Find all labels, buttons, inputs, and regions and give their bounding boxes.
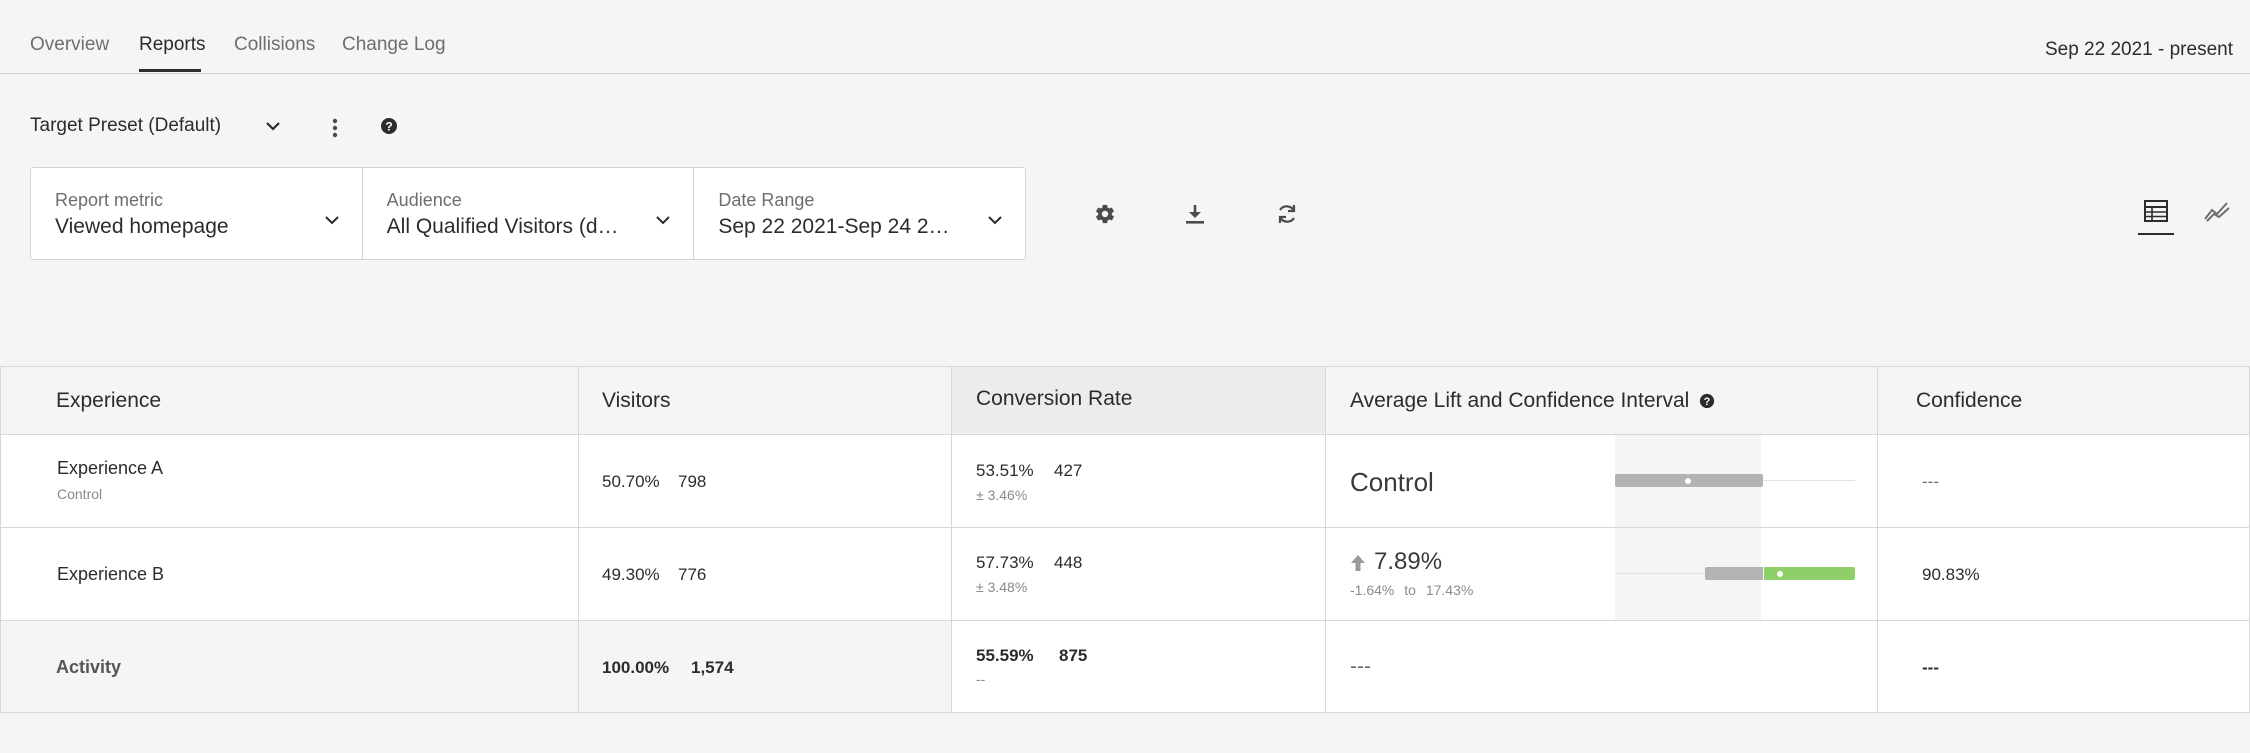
visitors-percent: 50.70% <box>602 472 660 491</box>
active-tab-indicator <box>139 69 201 72</box>
chevron-down-icon <box>987 212 1003 230</box>
column-divider <box>578 367 579 712</box>
visitors-percent: 100.00% <box>602 658 670 677</box>
table-view-icon[interactable] <box>2138 196 2174 226</box>
more-options-icon[interactable] <box>322 113 348 143</box>
chart-view-icon[interactable] <box>2200 196 2234 226</box>
arrow-up-icon <box>1350 554 1366 577</box>
lift-to: to <box>1404 582 1416 598</box>
confidence-value: 90.83% <box>1922 565 1980 584</box>
experience-sub: Control <box>57 486 103 502</box>
refresh-icon[interactable] <box>1272 199 1302 229</box>
report-metric-select[interactable]: Report metric Viewed homepage <box>31 168 363 259</box>
column-divider <box>951 367 952 712</box>
gear-icon[interactable] <box>1090 199 1120 229</box>
header-visitors[interactable]: Visitors <box>602 367 670 435</box>
visitors-percent: 49.30% <box>602 565 660 584</box>
header-conversion-rate[interactable]: Conversion Rate <box>951 367 1325 433</box>
lift-point <box>1777 571 1783 577</box>
visitors-count: 776 <box>678 565 707 584</box>
top-nav: Overview Reports Collisions Change Log S… <box>0 0 2250 74</box>
conversion-rate: 55.59% <box>976 646 1034 665</box>
audience-select[interactable]: Audience All Qualified Visitors (de... <box>363 168 695 259</box>
header-average-lift[interactable]: Average Lift and Confidence Interval ? <box>1350 367 1715 435</box>
download-icon[interactable] <box>1180 199 1210 229</box>
table-row: Experience B 49.30% 776 57.73% 448 ± 3.4… <box>1 528 2249 621</box>
lift-value: 7.89% <box>1374 548 1443 575</box>
lift-low: -1.64% <box>1350 582 1395 598</box>
chevron-down-icon[interactable] <box>260 113 286 139</box>
conversions-count: 875 <box>1059 646 1088 665</box>
report-metric-label: Report metric <box>55 190 164 210</box>
lift-value: Control <box>1350 467 1434 497</box>
chevron-down-icon <box>655 212 671 230</box>
conversions-count: 448 <box>1054 553 1083 572</box>
average-lift-header-label: Average Lift and Confidence Interval <box>1350 389 1690 412</box>
date-range-select[interactable]: Date Range Sep 22 2021-Sep 24 2021 <box>694 168 1025 259</box>
report-filters: Report metric Viewed homepage Audience A… <box>30 167 1026 260</box>
svg-text:?: ? <box>1704 396 1711 408</box>
report-metric-value: Viewed homepage <box>55 215 229 238</box>
table-row: Experience A Control 50.70% 798 53.51% 4… <box>1 435 2249 528</box>
tab-change-log[interactable]: Change Log <box>342 34 446 56</box>
preset-label: Target Preset (Default) <box>30 115 222 136</box>
lift-high: 17.43% <box>1425 582 1474 598</box>
confidence-value: --- <box>1922 472 1939 491</box>
confidence-interval-negative <box>1705 567 1763 580</box>
column-divider <box>1325 367 1326 712</box>
column-divider <box>1877 367 1878 712</box>
svg-text:?: ? <box>385 120 392 134</box>
tab-collisions[interactable]: Collisions <box>234 34 315 56</box>
active-view-indicator <box>2138 233 2174 235</box>
total-label: Activity <box>56 657 122 677</box>
help-icon[interactable]: ? <box>378 115 400 137</box>
header-experience[interactable]: Experience <box>56 367 161 435</box>
results-table: Experience Visitors Conversion Rate Aver… <box>0 366 2250 713</box>
conversions-count: 427 <box>1054 461 1083 480</box>
lift-point <box>1685 478 1691 484</box>
activity-date-range: Sep 22 2021 - present <box>2044 39 2233 60</box>
conversion-rate: 53.51% <box>976 461 1034 480</box>
tab-overview[interactable]: Overview <box>30 34 109 56</box>
visitors-count: 1,574 <box>691 658 734 677</box>
audience-label: Audience <box>386 190 462 210</box>
chevron-down-icon <box>324 212 340 230</box>
tab-reports[interactable]: Reports <box>139 34 206 56</box>
visitors-count: 798 <box>678 472 707 491</box>
help-icon[interactable]: ? <box>1699 393 1715 409</box>
experience-name: Experience A <box>57 458 164 478</box>
header-confidence[interactable]: Confidence <box>1916 367 2022 435</box>
conversion-ci: -- <box>976 671 986 687</box>
lift-value: --- <box>1350 655 1371 678</box>
lift-interval: -1.64% to 17.43% <box>1350 582 1473 598</box>
experience-name: Experience B <box>57 564 165 584</box>
audience-value: All Qualified Visitors (de... <box>386 215 627 238</box>
date-range-label: Date Range <box>718 190 815 210</box>
table-total-row: Activity 100.00% 1,574 55.59% 875 -- ---… <box>1 621 2249 712</box>
confidence-value: --- <box>1922 658 1939 677</box>
date-range-value: Sep 22 2021-Sep 24 2021 <box>718 215 959 238</box>
conversion-rate: 57.73% <box>976 553 1034 572</box>
table-header: Experience Visitors Conversion Rate Aver… <box>1 367 2249 435</box>
conversion-ci: ± 3.46% <box>976 487 1028 503</box>
conversion-ci: ± 3.48% <box>976 579 1028 595</box>
